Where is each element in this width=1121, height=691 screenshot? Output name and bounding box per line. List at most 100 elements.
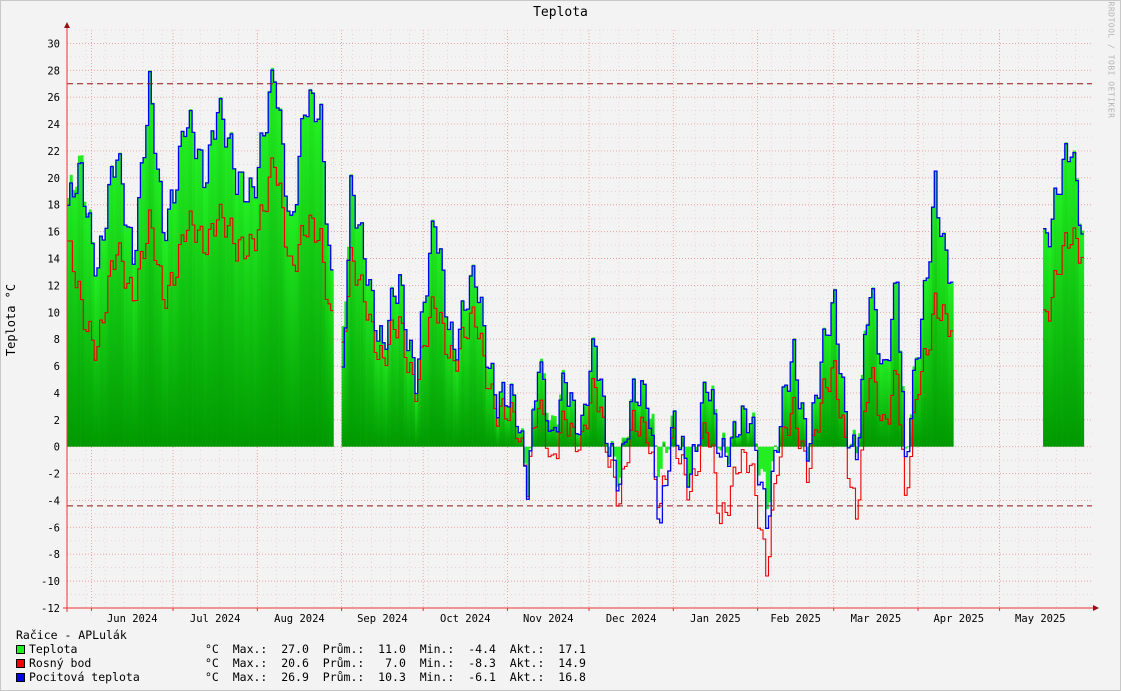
- temperature-area-bar: [167, 209, 171, 447]
- legend-max-label: Max.:: [232, 642, 268, 656]
- y-tick-label: -6: [47, 522, 60, 534]
- temperature-area-bar: [1059, 194, 1063, 447]
- temperature-area-bar: [1048, 246, 1052, 447]
- temperature-area-bar: [102, 239, 106, 447]
- temperature-area-bar: [216, 112, 220, 447]
- temperature-area-bar: [262, 135, 266, 447]
- temperature-area-bar: [221, 118, 225, 447]
- y-tick-label: -10: [41, 576, 60, 588]
- temperature-area-bar: [665, 446, 669, 454]
- y-tick-label: 24: [47, 119, 60, 131]
- temperature-area-bar: [735, 436, 739, 447]
- x-tick-labels: Jun 2024 Jul 2024 Aug 2024 Sep 2024 Oct 2024…: [107, 613, 1066, 625]
- temperature-area-bar: [110, 165, 114, 447]
- temperature-area-bar: [162, 232, 166, 447]
- temperature-area-bar: [885, 359, 889, 447]
- temperature-area-bar: [746, 432, 750, 447]
- temperature-area-bar: [760, 446, 764, 469]
- temperature-area-bar: [937, 217, 941, 447]
- temperature-area-bar: [1053, 187, 1057, 447]
- y-tick-label: 20: [47, 173, 60, 185]
- temperature-area-bar: [947, 283, 951, 447]
- legend-min: -8.3: [468, 656, 496, 670]
- x-tick-label: Apr 2025: [933, 613, 984, 625]
- legend-min: -6.1: [468, 670, 496, 684]
- legend-avg-label: Prům.:: [322, 670, 365, 684]
- temperature-area-bar: [235, 194, 239, 447]
- y-tick-label: 28: [47, 65, 60, 77]
- temperature-area-bar: [208, 144, 212, 447]
- y-tick-label: 2: [54, 415, 60, 427]
- y-tick-label: 14: [47, 254, 60, 266]
- temperature-area-bar: [1064, 142, 1068, 447]
- y-tick-label: 22: [47, 146, 60, 158]
- legend-item-pocitova-teplota: Pocitová teplota °C Max.: 26.9 Prům.: 10…: [16, 670, 586, 684]
- x-axis-arrow: [1093, 605, 1099, 611]
- y-tick-label: -2: [47, 469, 60, 481]
- legend-unit: °C: [205, 656, 219, 670]
- temperature-area-bar: [224, 146, 228, 447]
- y-tick-label: 30: [47, 38, 60, 50]
- temperature-area-bar: [124, 225, 128, 447]
- temperature-area-bar: [279, 108, 283, 447]
- temperature-area-bar: [105, 228, 109, 447]
- temperature-area-bar: [763, 446, 767, 472]
- legend-swatch-rosny-bod: [16, 658, 25, 668]
- temperature-area-bar: [189, 109, 193, 447]
- temperature-area-bar: [183, 136, 187, 447]
- y-tick-label: 4: [54, 388, 60, 400]
- temperature-area-bar: [942, 232, 946, 447]
- y-tick-label: 10: [47, 307, 60, 319]
- legend-avg: 10.3: [378, 670, 406, 684]
- series-group: [67, 67, 1085, 577]
- temperature-area-bar: [368, 279, 372, 447]
- temperature-area-bar: [181, 131, 185, 447]
- temperature-area-bar: [289, 215, 293, 447]
- temperature-area-bar: [148, 70, 152, 447]
- temperature-area-bar: [213, 139, 217, 447]
- temperature-area-bar: [276, 106, 280, 447]
- temperature-area-bar: [151, 102, 155, 447]
- temperature-area-bar: [200, 149, 204, 447]
- x-tick-label: Dec 2024: [606, 613, 657, 625]
- temperature-area-bar: [659, 446, 663, 469]
- x-tick-label: Sep 2024: [357, 613, 408, 625]
- x-tick-label: Nov 2024: [523, 613, 574, 625]
- legend-avg-label: Prům.:: [322, 656, 365, 670]
- legend-item-teplota: Teplota °C Max.: 27.0 Prům.: 11.0 Min.: …: [16, 642, 586, 656]
- y-tick-label: -4: [47, 495, 60, 507]
- temperature-area-bar: [145, 125, 149, 447]
- x-tick-label: Aug 2024: [274, 613, 325, 625]
- temperature-area-bar: [249, 177, 253, 447]
- legend-min: -4.4: [468, 642, 496, 656]
- legend-cur: 17.1: [558, 642, 586, 656]
- y-tick-label: -8: [47, 549, 60, 561]
- temperature-area-bar: [308, 88, 312, 447]
- temperature-chart: -12-10-8-6-4-202468101214161820222426283…: [41, 22, 1099, 625]
- temperature-area-bar: [950, 281, 954, 447]
- temperature-area-bar: [156, 168, 160, 447]
- x-tick-label: Mar 2025: [851, 613, 902, 625]
- legend-cur: 14.9: [558, 656, 586, 670]
- temperature-area-bar: [1070, 157, 1074, 447]
- temperature-area-bar: [436, 253, 440, 447]
- temperature-area-bar: [656, 446, 661, 478]
- temperature-area-bar: [1056, 194, 1060, 447]
- legend-name: Rosný bod: [29, 656, 92, 670]
- temperature-area-bar: [328, 245, 332, 447]
- temperature-area-bar: [173, 202, 177, 447]
- legend-avg-label: Prům.:: [322, 642, 365, 656]
- temperature-area-bar: [194, 158, 198, 447]
- temperature-area-bar: [311, 92, 315, 447]
- temperature-area-bar: [882, 359, 886, 447]
- temperature-area-bar: [140, 162, 144, 447]
- temperature-area-bar: [232, 168, 236, 447]
- temperature-area-bar: [192, 131, 196, 447]
- legend-name: Pocitová teplota: [29, 670, 140, 684]
- temperature-area-bar: [352, 194, 356, 447]
- legend: Račice - APLulák Teplota °C Max.: 27.0 P…: [16, 628, 586, 684]
- temperature-area-bar: [230, 132, 234, 447]
- temperature-area-bar: [268, 90, 272, 447]
- legend-name: Teplota: [29, 642, 78, 656]
- legend-max: 26.9: [281, 670, 309, 684]
